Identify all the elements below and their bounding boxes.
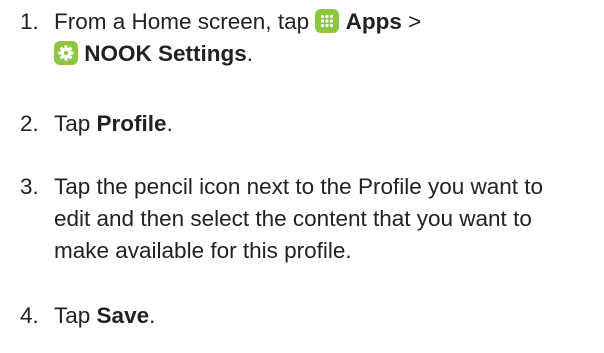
step-4: 4. Tap Save. [20, 300, 155, 332]
step-text: Tap Profile. [54, 108, 173, 140]
step-text-part: From a Home screen, tap [54, 9, 310, 34]
step-text-part: . [166, 111, 173, 136]
step-2: 2. Tap Profile. [20, 108, 173, 140]
step-number: 1. [20, 9, 39, 34]
step-text-part: Tap [54, 111, 91, 136]
save-label: Save [96, 303, 150, 328]
step-text-part: . [246, 41, 254, 66]
nook-settings-label: NOOK Settings [84, 41, 247, 66]
step-1: 1. From a Home screen, tap Apps > NOOK S… [20, 6, 421, 70]
step-text-part: > [408, 9, 422, 34]
step-text: Tap the pencil icon next to the Profile … [54, 174, 544, 263]
step-text: Tap Save. [54, 300, 155, 332]
step-text-part: Tap [54, 303, 91, 328]
profile-label: Profile [96, 111, 167, 136]
step-number: 4. [20, 303, 39, 328]
apps-grid-icon [315, 9, 340, 33]
gear-icon [54, 41, 78, 65]
step-text-part: . [149, 303, 156, 328]
step-text: From a Home screen, tap Apps > NOOK Sett… [54, 6, 421, 70]
step-number: 3. [20, 174, 39, 199]
apps-label: Apps [345, 9, 402, 34]
step-number: 2. [20, 111, 39, 136]
step-3: 3. Tap the pencil icon next to the Profi… [20, 171, 574, 267]
